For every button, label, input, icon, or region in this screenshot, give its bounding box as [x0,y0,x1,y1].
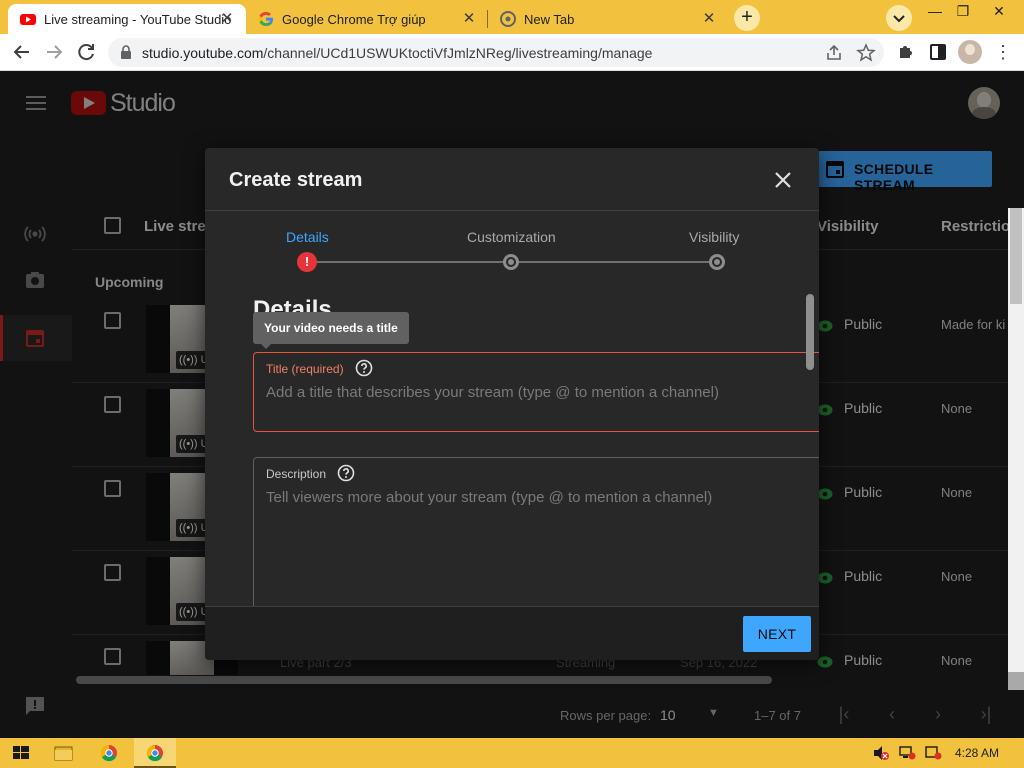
lock-icon[interactable] [120,45,132,59]
tab-title: Live streaming - YouTube Studio [44,11,232,27]
dialog-body: Details Title (required) Add a title tha… [205,282,819,606]
help-circle-icon[interactable] [355,359,373,377]
step-visibility[interactable]: Visibility [689,229,739,245]
taskbar-file-explorer[interactable] [42,738,84,768]
scrollbar-thumb[interactable] [1010,208,1022,304]
browser-tab-strip: Live streaming - YouTube Studio ✕ Google… [0,0,1024,34]
system-clock[interactable]: 4:28 AM [955,746,999,760]
title-field-label: Title (required) [266,362,344,376]
profile-avatar[interactable] [958,40,982,64]
dialog-scrollbar-thumb[interactable] [806,294,814,370]
taskbar-chrome[interactable] [88,738,130,768]
tab-title: New Tab [524,11,575,27]
step-details[interactable]: Details [286,229,329,245]
extensions-puzzle-icon[interactable] [896,42,916,62]
tab-new-tab[interactable]: New Tab ✕ [488,4,728,34]
tab-chrome-help[interactable]: Google Chrome Trợ giúp ✕ [246,4,488,34]
help-circle-icon[interactable] [337,464,355,482]
tab-close-icon[interactable]: ✕ [460,10,478,28]
chrome-menu-icon[interactable]: ⋮ [994,42,1014,62]
scrollbar-corner [1008,672,1024,690]
description-input-placeholder: Tell viewers more about your stream (typ… [266,489,713,506]
title-error-tooltip: Your video needs a title [253,312,409,349]
youtube-studio-page: Studio SCHEDULE STREAM Live strea Visibi… [0,71,1024,738]
browser-toolbar: studio.youtube.com/channel/UCd1USWUKtoct… [0,34,1024,71]
new-tab-button[interactable]: + [734,5,760,31]
youtube-favicon-icon [20,14,36,25]
share-icon[interactable] [824,43,844,63]
tab-close-icon[interactable]: ✕ [218,10,236,28]
next-button[interactable]: NEXT [743,616,811,652]
url-domain: studio.youtube.com [142,45,264,61]
url-path: /channel/UCd1USWUKtoctiVfJmlzNReg/livest… [263,45,653,61]
chrome-favicon-icon [500,11,516,27]
chrome-icon [100,744,117,762]
step-customization[interactable]: Customization [467,229,556,245]
address-bar[interactable]: studio.youtube.com/channel/UCd1USWUKtoct… [108,38,884,67]
tab-search-button[interactable] [886,5,912,31]
page-vertical-scrollbar[interactable] [1008,208,1024,678]
error-icon[interactable]: ! [297,252,317,272]
tab-title: Google Chrome Trợ giúp [282,11,426,27]
step-dot-customization[interactable] [503,254,519,270]
tab-close-icon[interactable]: ✕ [700,10,718,28]
windows-taskbar: 4:28 AM [0,738,1024,768]
stepper: Details Customization Visibility ! [205,212,819,282]
title-input-placeholder: Add a title that describes your stream (… [266,384,719,401]
dialog-footer: NEXT [205,606,819,660]
close-icon[interactable] [771,168,795,192]
window-close-icon[interactable]: ✕ [984,0,1014,30]
dialog-title: Create stream [229,169,363,191]
windows-logo-icon [13,746,29,759]
minimize-icon[interactable]: — [920,0,950,30]
dialog-header: Create stream [205,148,819,211]
forward-arrow-icon[interactable] [40,38,68,66]
chevron-down-icon [893,15,905,23]
start-button[interactable] [0,738,42,768]
reload-icon[interactable] [72,38,100,66]
bookmark-star-icon[interactable] [856,43,876,63]
side-panel-icon[interactable] [928,42,948,62]
taskbar-chrome-active[interactable] [134,738,176,768]
network-icon[interactable] [898,745,916,761]
description-field[interactable]: Description Tell viewers more about your… [253,457,819,606]
title-field[interactable]: Title (required) Add a title that descri… [253,352,819,432]
chrome-icon [146,744,163,762]
url-text: studio.youtube.com/channel/UCd1USWUKtoct… [142,45,652,61]
folder-icon [54,746,73,761]
tab-youtube-studio[interactable]: Live streaming - YouTube Studio ✕ [8,4,246,34]
step-dot-visibility[interactable] [709,254,725,270]
action-center-icon[interactable] [924,745,942,761]
back-arrow-icon[interactable] [8,38,36,66]
restore-icon[interactable]: ❐ [948,0,978,30]
google-favicon-icon [258,12,273,26]
volume-muted-icon[interactable] [872,745,890,761]
description-field-label: Description [266,467,327,481]
create-stream-dialog: Create stream Details Customization Visi… [205,148,819,660]
